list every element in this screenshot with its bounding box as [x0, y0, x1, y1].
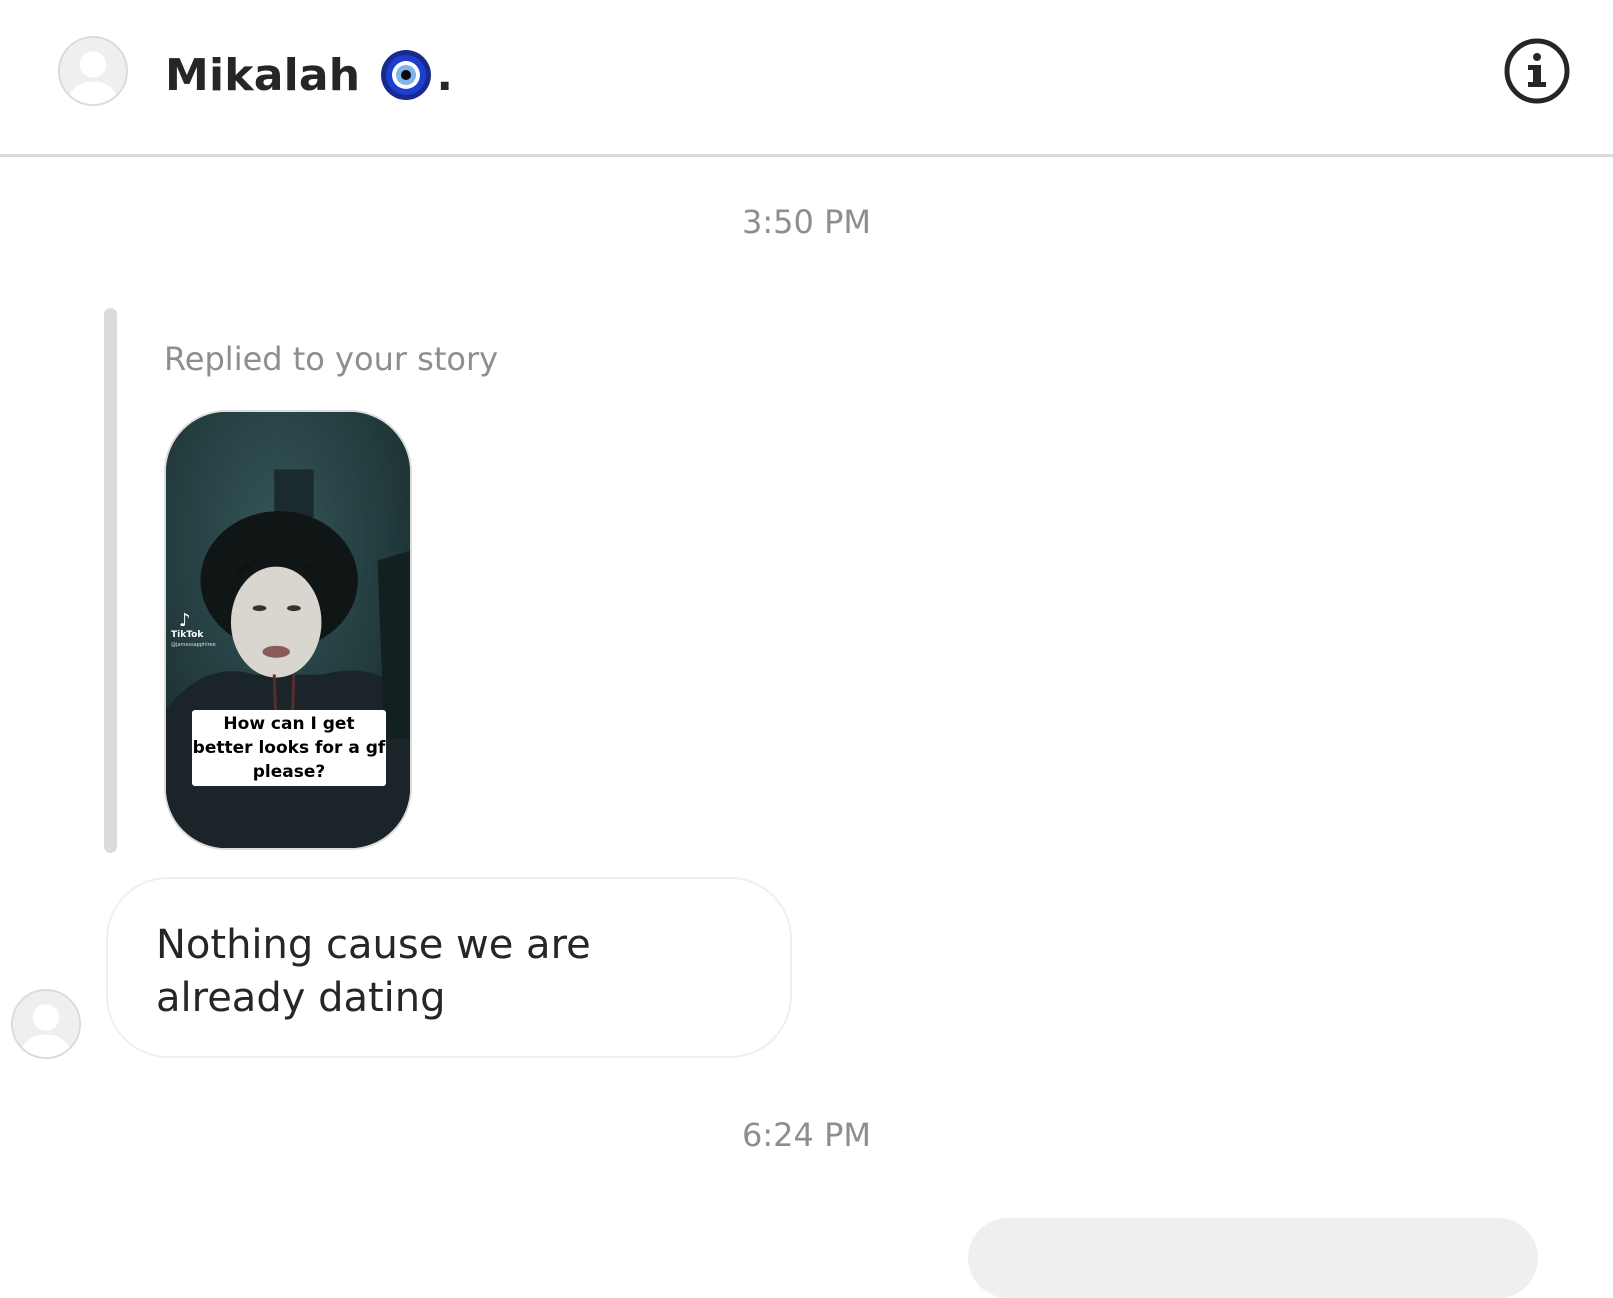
outgoing-message-bubble[interactable]	[968, 1218, 1538, 1298]
tiktok-watermark: ♪ TikTok @jamessapphiree	[171, 612, 216, 650]
message-timestamp: 6:24 PM	[742, 1116, 871, 1154]
chat-header: Mikalah .	[0, 0, 1613, 157]
reply-quote-bar	[104, 308, 117, 853]
contact-name-group[interactable]: Mikalah .	[165, 40, 453, 110]
incoming-message-bubble[interactable]: Nothing cause we are already dating	[106, 877, 792, 1058]
message-text: Nothing cause we are already dating	[156, 922, 591, 1021]
contact-avatar[interactable]	[58, 36, 128, 106]
tiktok-handle: @jamessapphiree	[171, 642, 216, 648]
sender-avatar[interactable]	[11, 989, 81, 1059]
story-thumbnail[interactable]: ♪ TikTok @jamessapphiree How can I get b…	[164, 410, 412, 850]
default-avatar-icon	[60, 38, 126, 104]
default-avatar-icon	[13, 991, 79, 1057]
tiktok-logo-icon: ♪	[179, 610, 191, 631]
story-reply-label: Replied to your story	[164, 340, 499, 378]
tiktok-watermark-label: TikTok	[171, 630, 204, 640]
contact-name: Mikalah	[165, 49, 361, 101]
story-caption: How can I get better looks for a gf plea…	[192, 710, 386, 786]
nazar-amulet-icon	[381, 50, 432, 100]
contact-name-suffix: .	[436, 49, 454, 101]
message-timestamp: 3:50 PM	[742, 203, 871, 241]
info-icon[interactable]	[1503, 37, 1571, 105]
